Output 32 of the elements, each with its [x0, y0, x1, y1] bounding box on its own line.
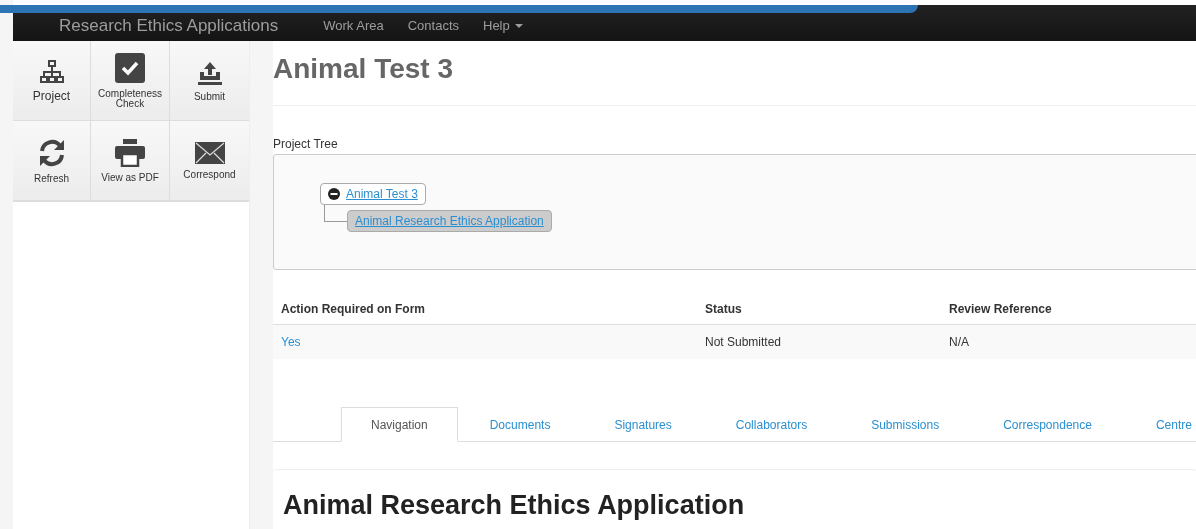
- tab[interactable]: Documents: [457, 407, 583, 442]
- nav-link[interactable]: Work Area: [323, 18, 384, 33]
- collapse-icon[interactable]: [328, 188, 340, 200]
- tab[interactable]: Submissions: [839, 407, 972, 442]
- toolbar-button[interactable]: Refresh: [13, 121, 91, 201]
- table-cell: N/A: [949, 335, 969, 349]
- hierarchy-icon: [39, 59, 64, 84]
- tab[interactable]: Navigation: [341, 407, 458, 442]
- tab[interactable]: Correspondence: [971, 407, 1124, 442]
- section-label: Project Tree: [273, 137, 339, 151]
- brand-title[interactable]: Research Ethics Applications: [59, 17, 279, 34]
- toolbar-button[interactable]: Completeness Check: [91, 41, 170, 121]
- table-cell: Not Submitted: [705, 335, 782, 349]
- column-header: Action Required on Form: [273, 294, 697, 325]
- tree-link[interactable]: Animal Test 3: [346, 187, 418, 201]
- printer-icon: [115, 138, 145, 167]
- section-title: Animal Research Ethics Application: [283, 490, 746, 521]
- envelope-icon: [194, 141, 225, 164]
- tab[interactable]: Collaborators: [703, 407, 840, 442]
- nav-link[interactable]: Contacts: [407, 18, 459, 33]
- toolbar-button[interactable]: Correspond: [170, 121, 249, 201]
- page-title: Animal Test 3: [273, 53, 1196, 106]
- column-header: Review Reference: [941, 294, 1196, 325]
- toolbar-button[interactable]: Submit: [170, 41, 249, 121]
- checkbox-icon: [115, 52, 145, 83]
- table-link[interactable]: Yes: [281, 335, 301, 349]
- toolbar-button[interactable]: View as PDF: [91, 121, 170, 201]
- nav-link[interactable]: Help: [483, 18, 523, 33]
- tab[interactable]: Signatures: [582, 407, 704, 442]
- column-header: Status: [697, 294, 941, 325]
- toolbar-button[interactable]: Project: [13, 41, 91, 121]
- tab[interactable]: Centre: [1123, 407, 1196, 442]
